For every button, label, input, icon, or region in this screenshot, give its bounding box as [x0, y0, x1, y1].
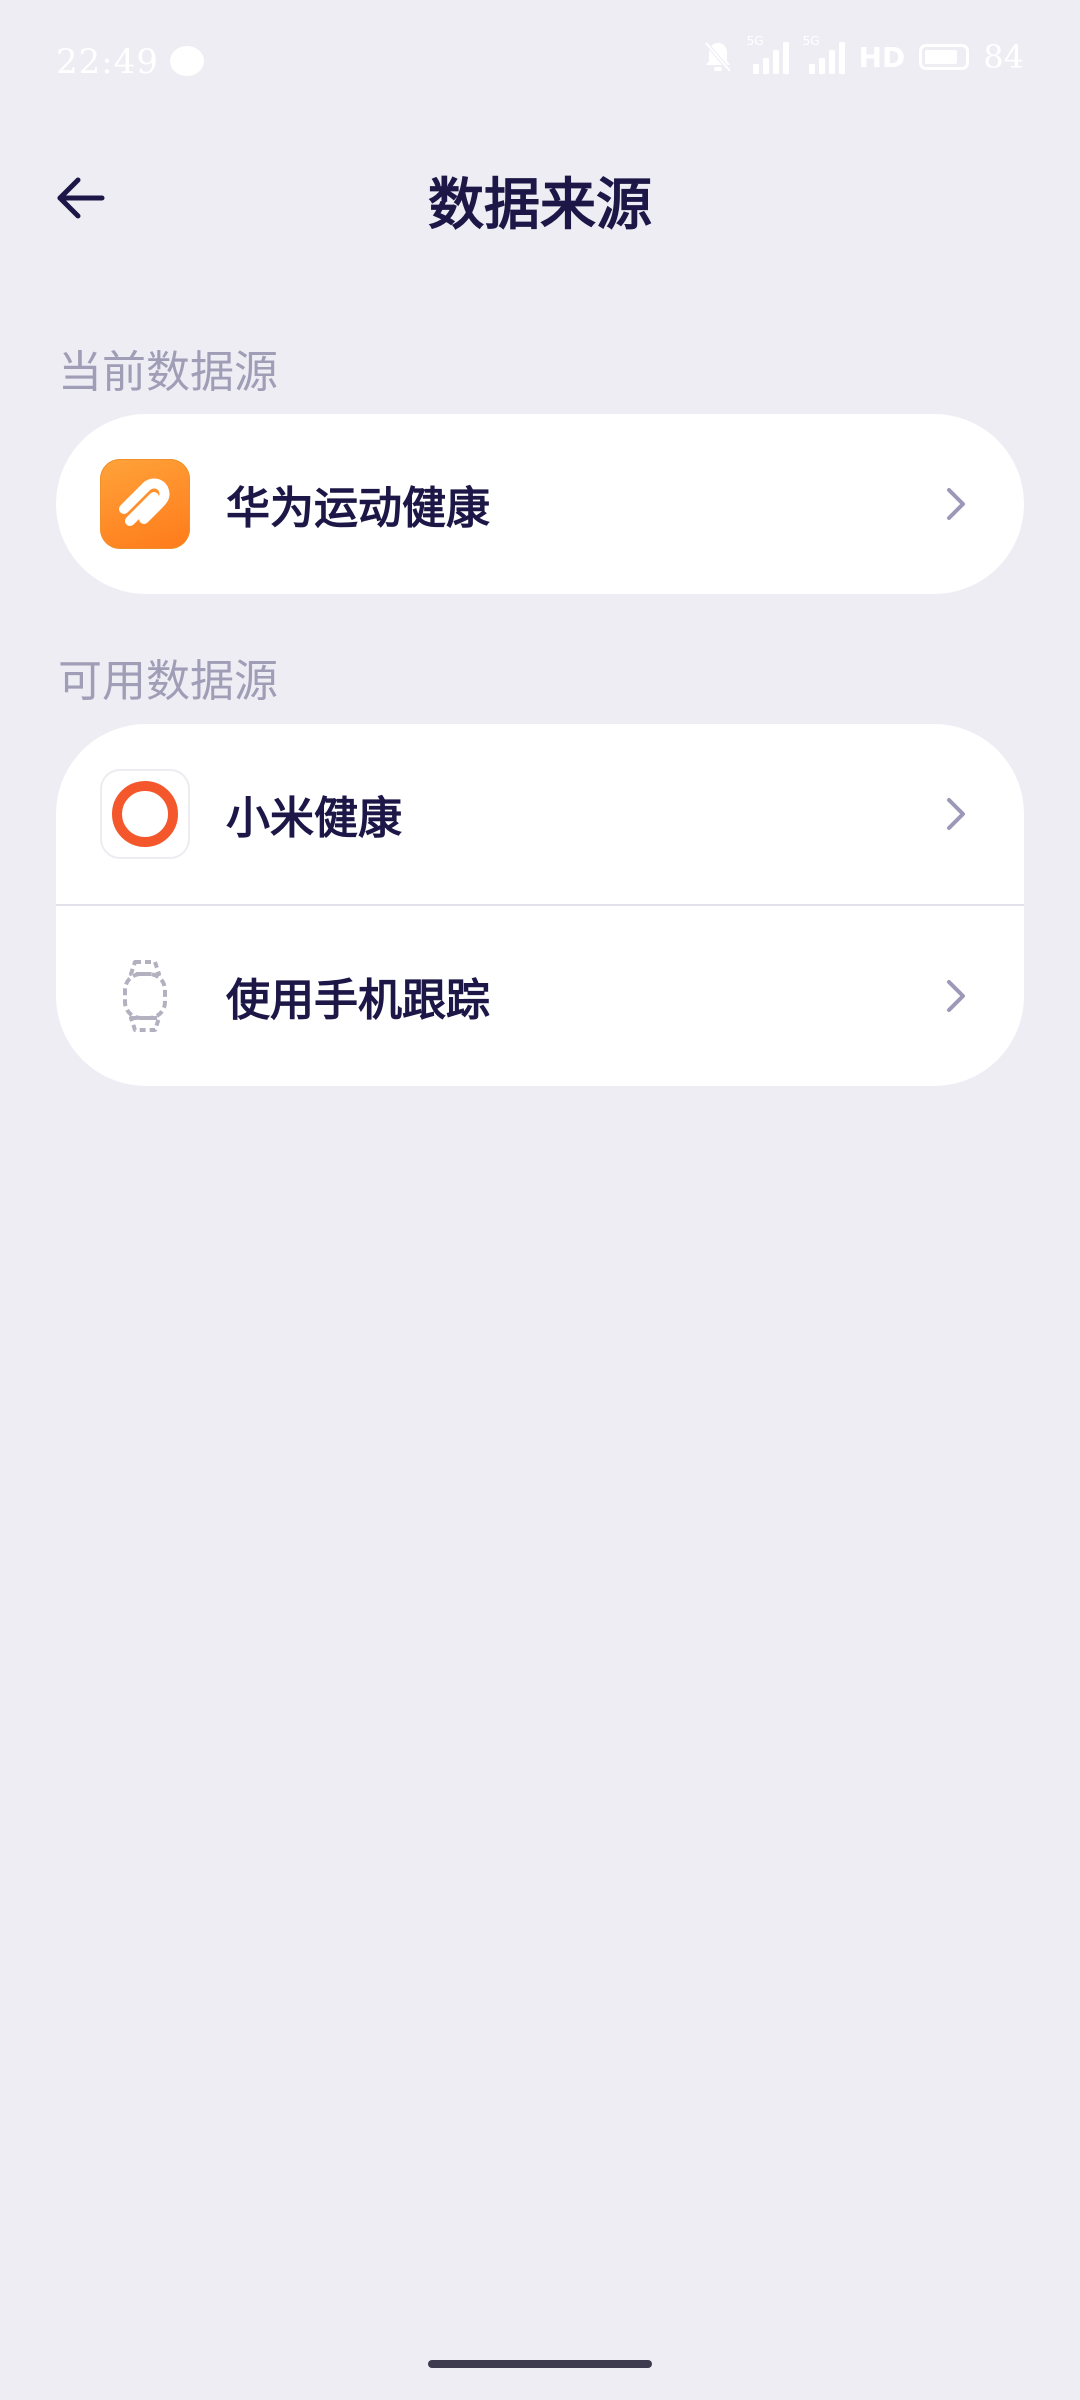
- source-item-huawei-health[interactable]: 华为运动健康: [56, 414, 1024, 594]
- xiaomi-health-icon: [100, 769, 190, 859]
- network-type-label: 5G: [746, 34, 764, 48]
- bell-muted-icon: [703, 40, 733, 74]
- page-title: 数据来源: [428, 173, 652, 238]
- source-item-label: 小米健康: [226, 793, 402, 844]
- hd-voice-label: HD: [858, 40, 906, 74]
- chevron-right-icon: [947, 980, 965, 1012]
- signal-strength-icon: 5G: [747, 34, 789, 74]
- home-indicator[interactable]: [428, 2360, 652, 2368]
- watch-icon: [100, 951, 190, 1041]
- message-notification-icon: [170, 46, 204, 76]
- source-item-xiaomi-health[interactable]: 小米健康: [56, 724, 1024, 904]
- available-source-card: 小米健康 使用手机跟踪: [56, 724, 1024, 1086]
- status-bar: 22:49 5G 5G HD 84: [0, 0, 1080, 120]
- huawei-health-icon: [100, 459, 190, 549]
- current-source-section-label: 当前数据源: [58, 347, 278, 398]
- signal-strength-icon: 5G: [803, 34, 845, 74]
- battery-icon: [919, 44, 970, 70]
- status-time: 22:49: [56, 42, 159, 82]
- source-item-label: 华为运动健康: [226, 483, 490, 534]
- battery-level: 84: [983, 38, 1024, 76]
- status-icons: 5G 5G HD 84: [703, 34, 1024, 76]
- chevron-right-icon: [947, 798, 965, 830]
- source-item-phone-tracking[interactable]: 使用手机跟踪: [56, 904, 1024, 1086]
- network-type-label: 5G: [802, 34, 820, 48]
- header: 数据来源: [0, 130, 1080, 260]
- current-source-card: 华为运动健康: [56, 414, 1024, 594]
- source-item-label: 使用手机跟踪: [226, 975, 490, 1026]
- chevron-right-icon: [947, 488, 965, 520]
- available-source-section-label: 可用数据源: [58, 656, 278, 707]
